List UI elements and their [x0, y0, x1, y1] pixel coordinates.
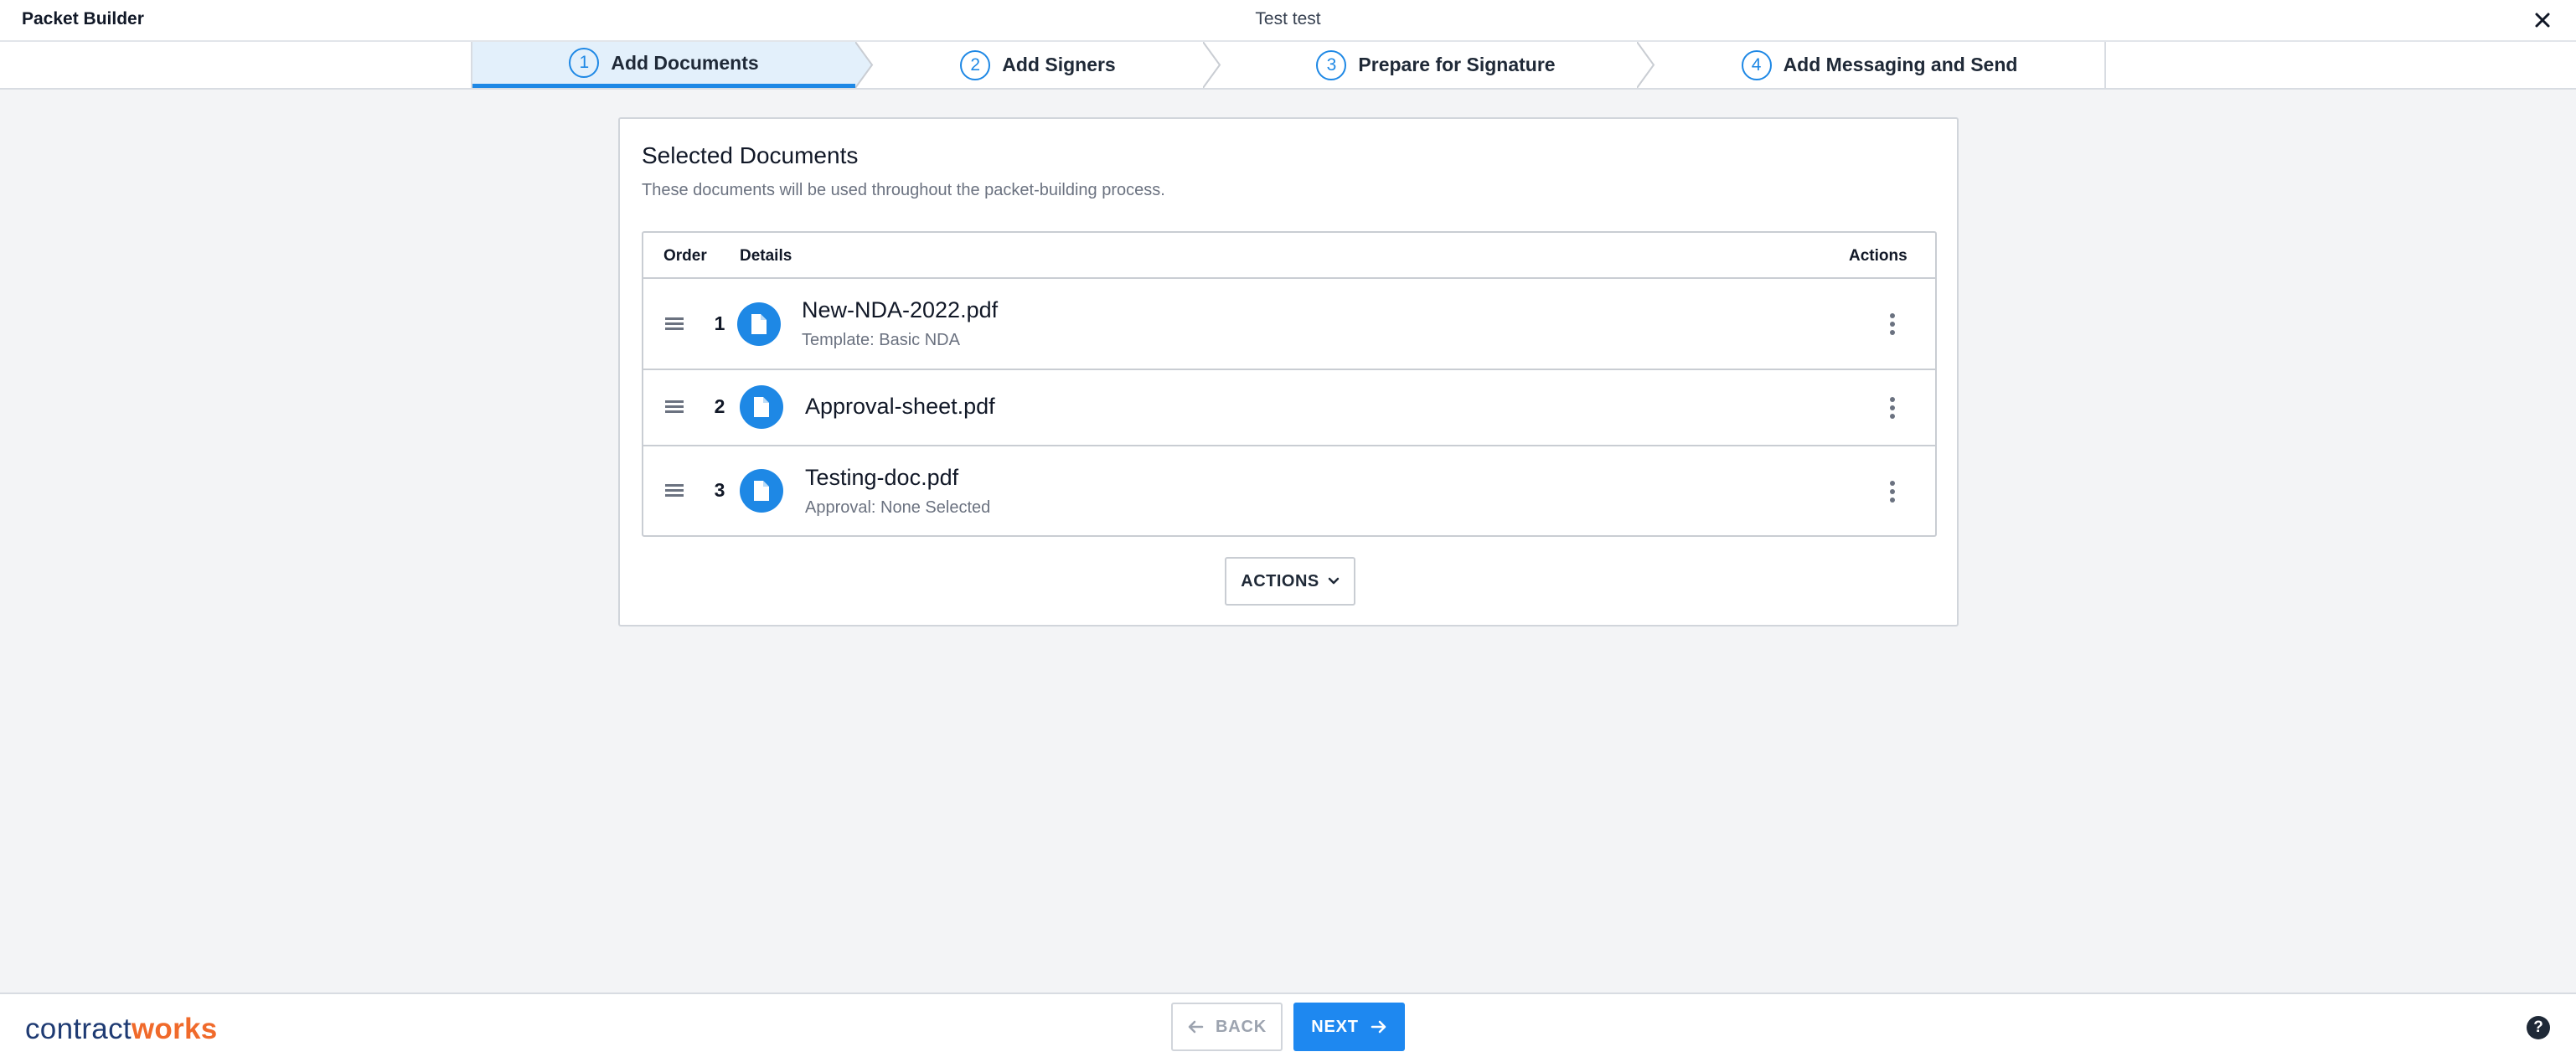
document-meta: Approval: None Selected — [805, 498, 991, 517]
document-icon — [740, 385, 783, 429]
step-number: 1 — [569, 48, 600, 78]
more-actions-icon[interactable] — [1880, 475, 1905, 508]
drag-handle-icon[interactable] — [665, 400, 684, 414]
card-subtitle: These documents will be used throughout … — [642, 181, 1165, 199]
document-order: 3 — [714, 479, 725, 501]
column-header-order: Order — [663, 247, 707, 265]
footer-bar: contractworks BACK NEXT ? — [0, 993, 2576, 1057]
step-separator — [1637, 42, 1655, 88]
arrow-left-icon — [1188, 1020, 1204, 1034]
step-number: 4 — [1741, 49, 1772, 80]
document-name[interactable]: Testing-doc.pdf — [805, 465, 958, 491]
stepper-bar: 1 Add Documents 2 Add Signers 3 Prepare … — [0, 42, 2576, 90]
actions-label: ACTIONS — [1241, 571, 1319, 590]
step-prepare-for-signature[interactable]: 3 Prepare for Signature — [1221, 42, 1651, 88]
table-row: 3 Testing-doc.pdf Approval: None Selecte… — [643, 446, 1935, 537]
table-row: 1 New-NDA-2022.pdf Template: Basic NDA — [643, 279, 1935, 370]
next-label: NEXT — [1311, 1017, 1359, 1036]
contractworks-logo: contractworks — [25, 1013, 218, 1045]
arrow-right-icon — [1371, 1020, 1386, 1034]
next-button[interactable]: NEXT — [1293, 1003, 1405, 1051]
document-order: 2 — [714, 395, 725, 417]
document-name[interactable]: New-NDA-2022.pdf — [802, 297, 998, 323]
table-row: 2 Approval-sheet.pdf — [643, 370, 1935, 446]
document-icon — [737, 302, 781, 346]
step-label: Add Signers — [1002, 54, 1116, 75]
documents-table: Order Details Actions 1 New-NDA-2022.pdf… — [642, 231, 1937, 537]
step-add-documents[interactable]: 1 Add Documents — [472, 42, 855, 88]
stepper: 1 Add Documents 2 Add Signers 3 Prepare … — [471, 42, 2106, 88]
drag-handle-icon[interactable] — [665, 317, 684, 331]
help-icon[interactable]: ? — [2527, 1016, 2550, 1039]
step-add-messaging-and-send[interactable]: 4 Add Messaging and Send — [1655, 42, 2104, 88]
column-header-details: Details — [740, 247, 792, 265]
more-actions-icon[interactable] — [1880, 307, 1905, 341]
document-meta: Template: Basic NDA — [802, 331, 960, 349]
close-button[interactable] — [2527, 5, 2558, 35]
document-name[interactable]: Approval-sheet.pdf — [805, 394, 995, 420]
table-header: Order Details Actions — [643, 233, 1935, 279]
document-icon — [740, 469, 783, 513]
back-label: BACK — [1216, 1017, 1267, 1036]
document-order: 1 — [714, 312, 725, 334]
close-icon — [2535, 13, 2550, 28]
step-label: Add Messaging and Send — [1783, 54, 2018, 75]
drag-handle-icon[interactable] — [665, 484, 684, 498]
step-label: Prepare for Signature — [1358, 54, 1556, 75]
selected-documents-card: Selected Documents These documents will … — [618, 117, 1959, 626]
step-separator — [855, 42, 874, 88]
top-bar: Packet Builder Test test — [0, 0, 2576, 42]
step-add-signers[interactable]: 2 Add Signers — [873, 42, 1203, 88]
step-number: 2 — [960, 49, 991, 80]
back-button[interactable]: BACK — [1171, 1003, 1283, 1051]
card-title: Selected Documents — [642, 142, 859, 168]
actions-dropdown-button[interactable]: ACTIONS — [1225, 557, 1355, 606]
packet-name: Test test — [1255, 9, 1321, 28]
column-header-actions: Actions — [1849, 247, 1907, 265]
more-actions-icon[interactable] — [1880, 391, 1905, 425]
step-label: Add Documents — [611, 51, 759, 74]
step-number: 3 — [1316, 49, 1347, 80]
step-separator — [1203, 42, 1221, 88]
chevron-down-icon — [1328, 577, 1339, 585]
